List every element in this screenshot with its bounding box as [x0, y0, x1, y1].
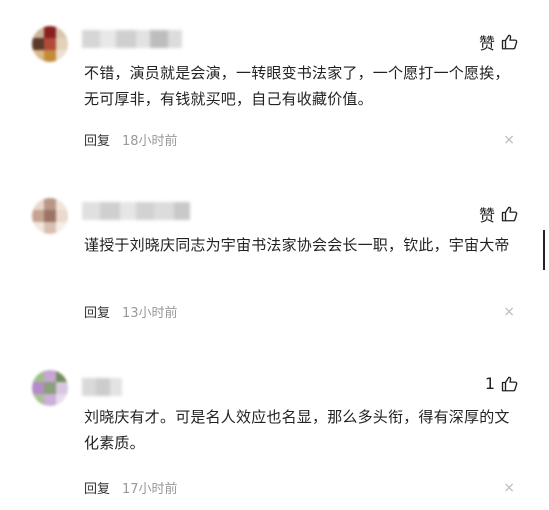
username-pixel — [168, 30, 182, 48]
avatar-pixel — [44, 198, 56, 210]
avatar-pixel — [32, 50, 44, 62]
username-pixel — [82, 30, 100, 48]
reply-button[interactable]: 回复 — [84, 130, 110, 149]
avatar-pixel — [32, 370, 44, 382]
comment-text: 谨授于刘晓庆同志为宇宙书法家协会会长一职，钦此，宇宙大帝 — [84, 236, 510, 254]
close-icon[interactable]: × — [503, 304, 515, 320]
thumbs-up-icon — [501, 205, 519, 223]
username-pixel — [82, 202, 100, 220]
avatar-pixel — [56, 222, 68, 234]
avatar-pixel — [32, 198, 44, 210]
avatar[interactable] — [32, 370, 68, 406]
avatar-pixel — [44, 394, 56, 406]
comment-time: 17小时前 — [122, 482, 178, 497]
username-blurred[interactable] — [82, 378, 122, 396]
username-pixel — [110, 378, 122, 396]
avatar-pixel — [32, 26, 44, 38]
avatar-pixel — [56, 38, 68, 50]
thumbs-up-icon — [501, 33, 519, 51]
comment-time: 13小时前 — [122, 306, 178, 321]
username-pixel — [116, 30, 136, 48]
reply-button[interactable]: 回复 — [84, 302, 110, 321]
avatar-pixel — [56, 394, 68, 406]
comment-meta: 回复 13小时前 — [84, 302, 178, 321]
close-icon[interactable]: × — [503, 132, 515, 148]
avatar-pixel — [56, 210, 68, 222]
avatar-pixel — [56, 198, 68, 210]
avatar-pixel — [56, 50, 68, 62]
username-pixel — [174, 202, 190, 220]
comment-text: 刘晓庆有才。可是名人效应也名显，那么多头衔，得有深厚的文化素质。 — [84, 408, 510, 452]
username-pixel — [100, 202, 120, 220]
username-pixel — [154, 202, 174, 220]
avatar-pixel — [32, 222, 44, 234]
username-pixel — [82, 378, 96, 396]
avatar[interactable] — [32, 26, 68, 62]
like-count: 1 — [484, 374, 495, 393]
avatar-pixel — [44, 26, 56, 38]
avatar-pixel — [32, 38, 44, 50]
comment-meta: 回复 18小时前 — [84, 130, 178, 149]
like-button[interactable]: 赞 — [479, 30, 519, 54]
avatar-pixel — [44, 370, 56, 382]
comment-meta: 回复 17小时前 — [84, 478, 178, 497]
avatar-pixel — [44, 50, 56, 62]
avatar-pixel — [56, 26, 68, 38]
avatar-pixel — [32, 382, 44, 394]
avatar-pixel — [44, 38, 56, 50]
avatar-pixel — [56, 382, 68, 394]
comment-time: 18小时前 — [122, 134, 178, 149]
avatar-pixel — [44, 222, 56, 234]
avatar-pixel — [32, 394, 44, 406]
like-label: 赞 — [478, 206, 495, 225]
avatar-pixel — [56, 370, 68, 382]
like-label: 赞 — [478, 34, 495, 53]
scrollbar[interactable] — [543, 230, 545, 270]
username-pixel — [136, 202, 154, 220]
username-pixel — [100, 30, 116, 48]
avatar-pixel — [44, 210, 56, 222]
username-pixel — [120, 202, 136, 220]
avatar-pixel — [44, 382, 56, 394]
username-pixel — [136, 30, 150, 48]
username-blurred[interactable] — [82, 30, 182, 48]
avatar-pixel — [32, 210, 44, 222]
avatar[interactable] — [32, 198, 68, 234]
like-button[interactable]: 赞 — [479, 202, 519, 226]
reply-button[interactable]: 回复 — [84, 478, 110, 497]
username-pixel — [96, 378, 110, 396]
like-button[interactable]: 1 — [485, 374, 519, 393]
close-icon[interactable]: × — [503, 480, 515, 496]
username-pixel — [150, 30, 168, 48]
thumbs-up-icon — [501, 375, 519, 393]
comment-text: 不错，演员就是会演，一转眼变书法家了，一个愿打一个愿挨，无可厚非，有钱就买吧，自… — [84, 64, 510, 108]
username-blurred[interactable] — [82, 202, 190, 220]
